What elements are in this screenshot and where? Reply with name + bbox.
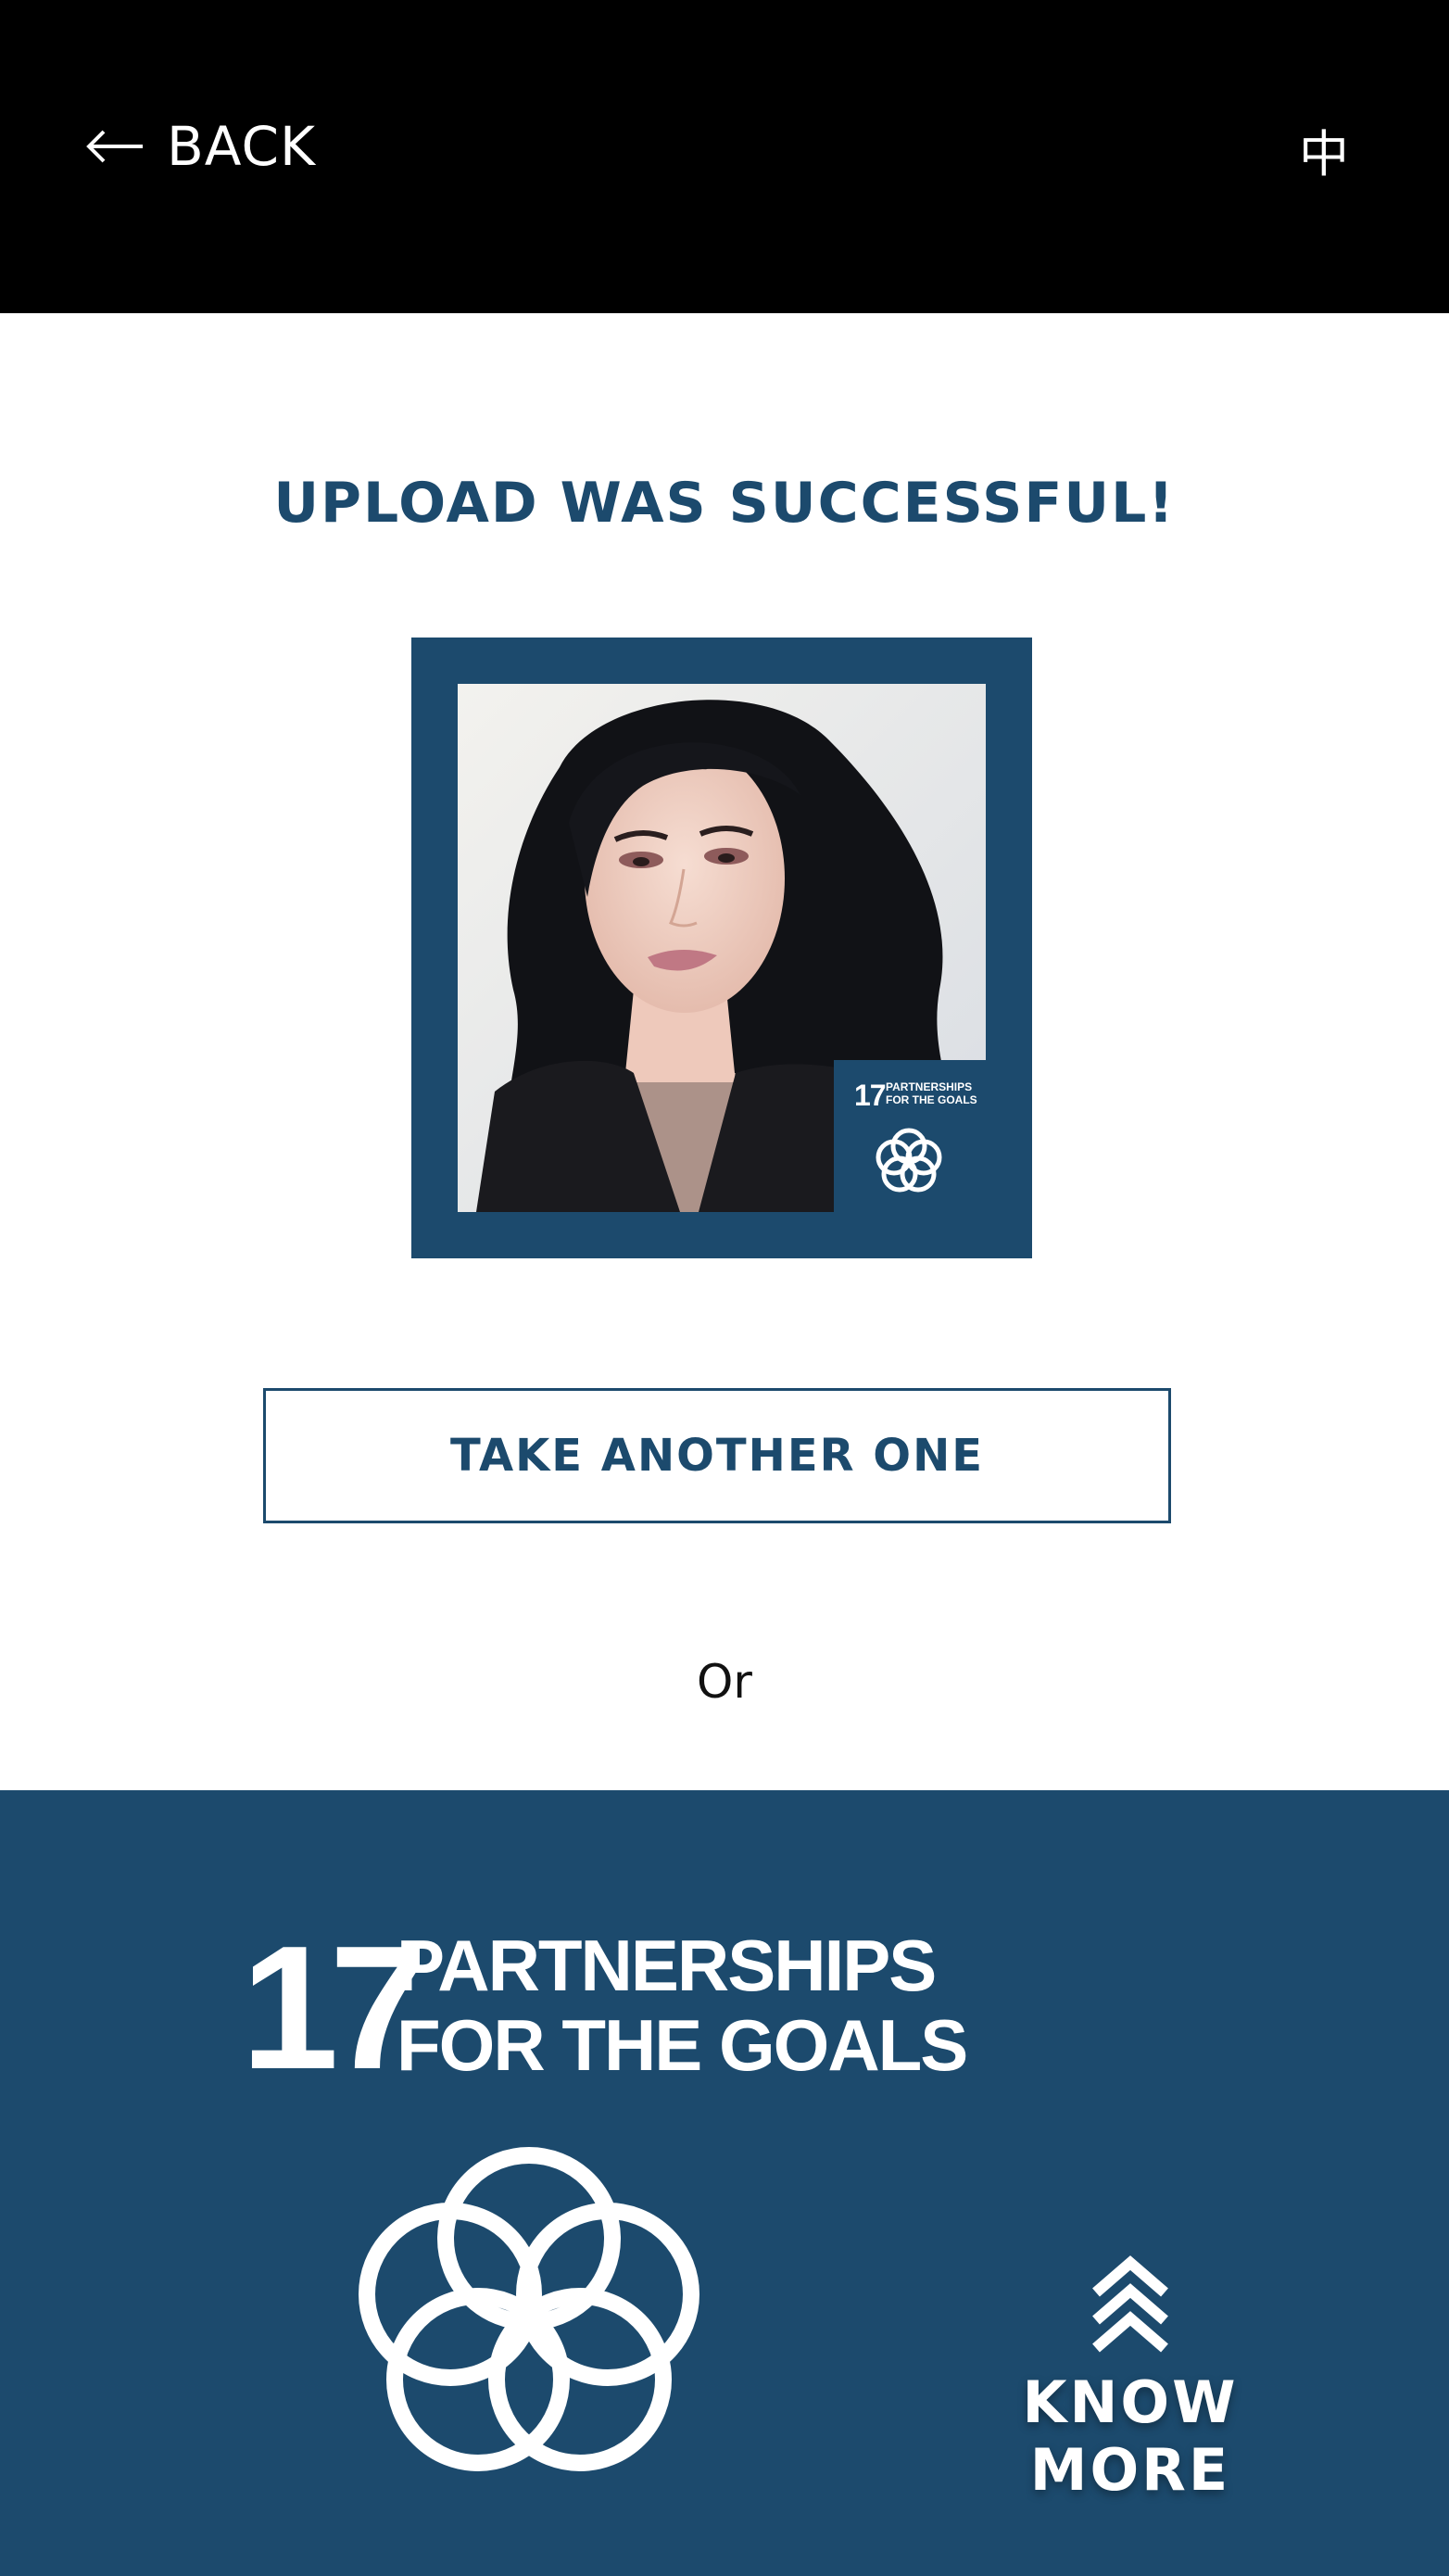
double-chevron-up-icon [1092,2255,1168,2353]
know-more-button[interactable]: KNOW MORE [945,2254,1316,2504]
badge-number: 17 [854,1079,887,1112]
arrow-left-icon [85,128,145,165]
back-button[interactable]: BACK [85,109,316,183]
sdg-title-line1: PARTNERSHIPS [397,1925,937,2006]
interlocking-rings-icon [358,2137,700,2484]
sdg-title: PARTNERSHIPS FOR THE GOALS [397,1925,968,2086]
know-more-label: KNOW MORE [1022,2368,1239,2504]
sdg-badge: 17 PARTNERSHIPS FOR THE GOALS [834,1060,986,1212]
page-title: UPLOAD WAS SUCCESSFUL! [273,471,1176,536]
badge-text: PARTNERSHIPS FOR THE GOALS [886,1080,977,1106]
back-label: BACK [167,115,316,178]
sdg-number: 17 [241,1910,427,2106]
uploaded-photo-frame: 17 PARTNERSHIPS FOR THE GOALS [411,638,1032,1258]
or-separator: Or [697,1655,752,1709]
sdg-panel: 17 PARTNERSHIPS FOR THE GOALS KNOW MORE [0,1790,1449,2576]
sdg-title-line2: FOR THE GOALS [397,2004,968,2086]
top-bar: BACK 中 [0,0,1449,313]
interlocking-rings-icon [873,1123,945,1195]
language-toggle[interactable]: 中 [1299,113,1349,186]
take-another-button[interactable]: TAKE ANOTHER ONE [263,1388,1171,1523]
uploaded-photo: 17 PARTNERSHIPS FOR THE GOALS [458,684,986,1212]
